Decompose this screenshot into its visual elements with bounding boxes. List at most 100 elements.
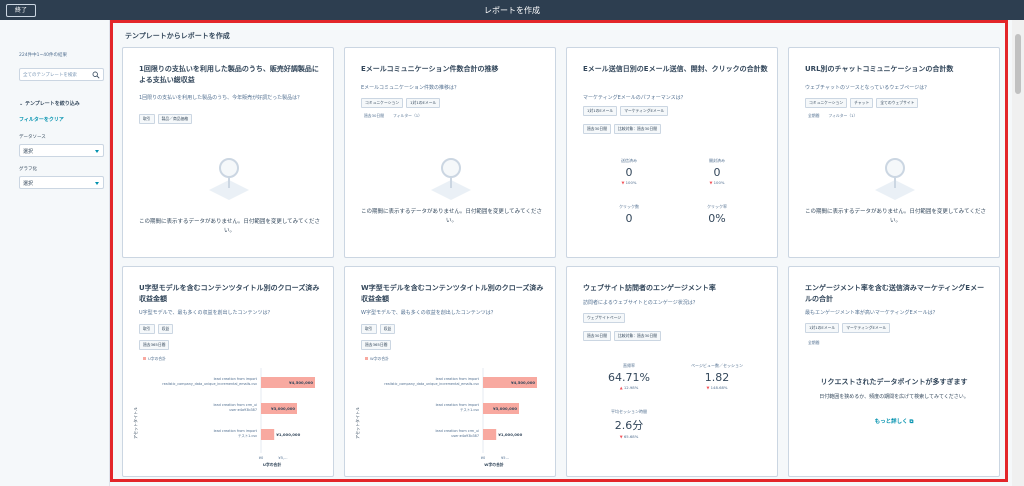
metric-label: クリック数 <box>619 204 639 209</box>
metric-change: 65.68% <box>623 434 639 439</box>
datasource-select[interactable]: 選択 <box>19 144 104 157</box>
metric-label: 送信済み <box>621 158 637 163</box>
metric-value: 1.82 <box>704 371 730 384</box>
metric-bounce-rate: 直帰率 64.71% ▲ 12.98% <box>589 363 669 390</box>
date-range-tag: 過去30日間 <box>583 331 612 341</box>
metric-change: 148.68% <box>710 385 728 390</box>
filter-tag-list: 過去30日間 比較対象：過去30日間 <box>583 331 773 341</box>
sidebar: 224件中1~40件の結果 全てのテンプレートを検索 ⌄ テンプレートを絞り込み… <box>0 20 110 486</box>
date-range-tag: 過去365日間 <box>361 340 392 350</box>
metric-label: 平均セッション時間 <box>611 409 647 414</box>
bar-category-label: realistic_company_data_unique_incrementa… <box>162 382 257 386</box>
bar-category-label: realistic_company_data_unique_incrementa… <box>384 382 479 386</box>
metric-value: 0 <box>625 212 633 225</box>
tag-list: 1対1のEメール マーケティングEメール <box>583 106 773 116</box>
card-description: マーケティングEメールのパフォーマンスは？ <box>583 95 686 101</box>
metric-pageviews-per-session: ページビュー数／セッション 1.82 ▼ 148.68% <box>677 363 757 390</box>
bar-category-label: lead creation from crm_ui <box>435 429 479 433</box>
x-tick-label: ¥5... <box>501 456 509 460</box>
datasource-value: 選択 <box>23 149 34 155</box>
tag: コミュニケーション <box>361 98 404 108</box>
filter-tag-list: 全期間 <box>805 339 995 347</box>
tag: 製品／商品価格 <box>157 114 193 124</box>
scrollbar[interactable] <box>1012 20 1024 486</box>
clear-filters-link[interactable]: フィルターをクリア <box>19 116 64 123</box>
legend-swatch <box>143 357 146 360</box>
tag-list: 1対1のEメール マーケティングEメール <box>805 323 995 333</box>
template-card[interactable]: ウェブサイト訪問者のエンゲージメント率 訪問者によるウェブサイトとのエンゲージ状… <box>566 266 778 477</box>
scrollbar-thumb[interactable] <box>1015 34 1021 94</box>
x-tick-label: ¥0 <box>259 456 264 460</box>
template-search-input[interactable]: 全てのテンプレートを検索 <box>19 68 104 81</box>
metric-change: 100% <box>713 180 725 185</box>
down-arrow-icon: ▼ <box>706 385 710 390</box>
tag: マーケティングEメール <box>842 323 891 333</box>
tag: 収益 <box>379 324 396 334</box>
template-card[interactable]: Eメールコミュニケーション件数合計の推移 Eメールコミュニケーション件数の推移は… <box>344 47 556 258</box>
tag-list: 取引 収益 <box>361 324 551 334</box>
template-card[interactable]: エンゲージメント率を含む送信済みマーケティングEメールの合計 最もエンゲージメン… <box>788 266 1000 477</box>
gallery-title: テンプレートからレポートを作成 <box>125 32 230 40</box>
metric-label: クリック率 <box>707 204 727 209</box>
filter-tag-list: 過去365日間 <box>361 340 551 350</box>
date-range-tag: 過去365日間 <box>139 340 170 350</box>
bar <box>483 429 497 440</box>
filter-heading[interactable]: ⌄ テンプレートを絞り込み <box>19 100 80 107</box>
tag: 1対1のEメール <box>406 98 441 108</box>
bar-chart-w: W字の合計アセットタイトルlead creation from importre… <box>354 356 537 467</box>
search-icon[interactable] <box>92 71 100 79</box>
template-card[interactable]: 1回限りの支払いを利用した製品のうち、販売好調製品による支払い総収益 1回限りの… <box>122 47 334 258</box>
date-range-tag: 過去30日間 <box>583 124 612 134</box>
template-card[interactable]: W字型モデルを含むコンテンツタイトル別のクローズ済み収益金額 W字型モデルで、最… <box>344 266 556 477</box>
learn-more-link[interactable]: もっと詳しく ⧉ <box>789 417 999 426</box>
bar-category-label: lead creation from import <box>214 429 258 433</box>
down-arrow-icon: ▼ <box>621 180 625 185</box>
card-description: Eメールコミュニケーション件数の推移は？ <box>361 85 459 91</box>
template-card[interactable]: URL別のチャットコミュニケーションの合計数 ウェブチャットのソースとなっている… <box>788 47 1000 258</box>
tag-list: 取引 製品／商品価格 <box>139 114 329 124</box>
card-title: URL別のチャットコミュニケーションの合計数 <box>805 65 954 73</box>
tag: コミュニケーション <box>805 98 848 108</box>
y-axis-label: アセットタイトル <box>354 407 360 439</box>
charttype-label: グラフ化 <box>19 167 37 172</box>
metric-value: 0% <box>708 212 726 225</box>
tag: マーケティングEメール <box>620 106 669 116</box>
tag: 取引 <box>139 114 155 124</box>
metric-value: 0 <box>713 166 721 179</box>
bar-category-label: lead creation from import <box>214 377 258 381</box>
bar-value-label: ¥1,000,000 <box>276 432 300 437</box>
result-count: 224件中1~40件の結果 <box>19 53 67 58</box>
card-title: 1回限りの支払いを利用した製品のうち、販売好調製品による支払い総収益 <box>139 65 319 84</box>
card-title: U字型モデルを含むコンテンツタイトル別のクローズ済み収益金額 <box>139 284 320 303</box>
date-range-tag: 過去30日間 <box>364 113 385 118</box>
template-card[interactable]: Eメール送信日別のEメール送信、開封、クリックの合計数 マーケティングEメールの… <box>566 47 778 258</box>
x-axis-label: W字の合計 <box>484 462 504 467</box>
bar-category-label: lead creation from crm_ui <box>213 403 257 407</box>
up-arrow-icon: ▲ <box>619 385 623 390</box>
metric-label: 開封済み <box>709 158 725 163</box>
metric-clicks: クリック数 0 <box>589 204 669 225</box>
template-card[interactable]: U字型モデルを含むコンテンツタイトル別のクローズ済み収益金額 U字型モデルで、最… <box>122 266 334 477</box>
bar-value-label: ¥3,000,000 <box>493 406 517 411</box>
bar-category-label: テスト1.csv <box>460 407 479 412</box>
bar-chart-u: U字の合計アセットタイトルlead creation from importre… <box>132 356 315 467</box>
tag: ウェブサイトページ <box>583 313 626 323</box>
x-axis-label: U字の合計 <box>263 462 281 467</box>
date-range-tag: 全期間 <box>808 340 820 345</box>
tag: 取引 <box>361 324 377 334</box>
bar-value-label: ¥3,000,000 <box>271 406 295 411</box>
empty-state-magnifier-icon <box>875 158 915 200</box>
bar-value-label: ¥4,500,000 <box>289 380 313 385</box>
metric-sent: 送信済み 0 ▼ 100% <box>589 158 669 185</box>
filter-heading-label: テンプレートを絞り込み <box>24 101 80 107</box>
card-description: 1回限りの支払いを利用した製品のうち、今年販売が好調だった製品は？ <box>139 95 303 101</box>
metric-value: 0 <box>625 166 633 179</box>
charttype-select[interactable]: 選択 <box>19 176 104 189</box>
legend-label: U字の合計 <box>148 356 166 361</box>
tag: チャット <box>850 98 874 108</box>
bar-value-label: ¥1,000,000 <box>498 432 522 437</box>
card-description: 最もエンゲージメント率が高いマーケティングEメールは？ <box>805 310 938 316</box>
tag: 1対1のEメール <box>583 106 618 116</box>
tag: 1対1のEメール <box>805 323 840 333</box>
charttype-value: 選択 <box>23 181 34 187</box>
